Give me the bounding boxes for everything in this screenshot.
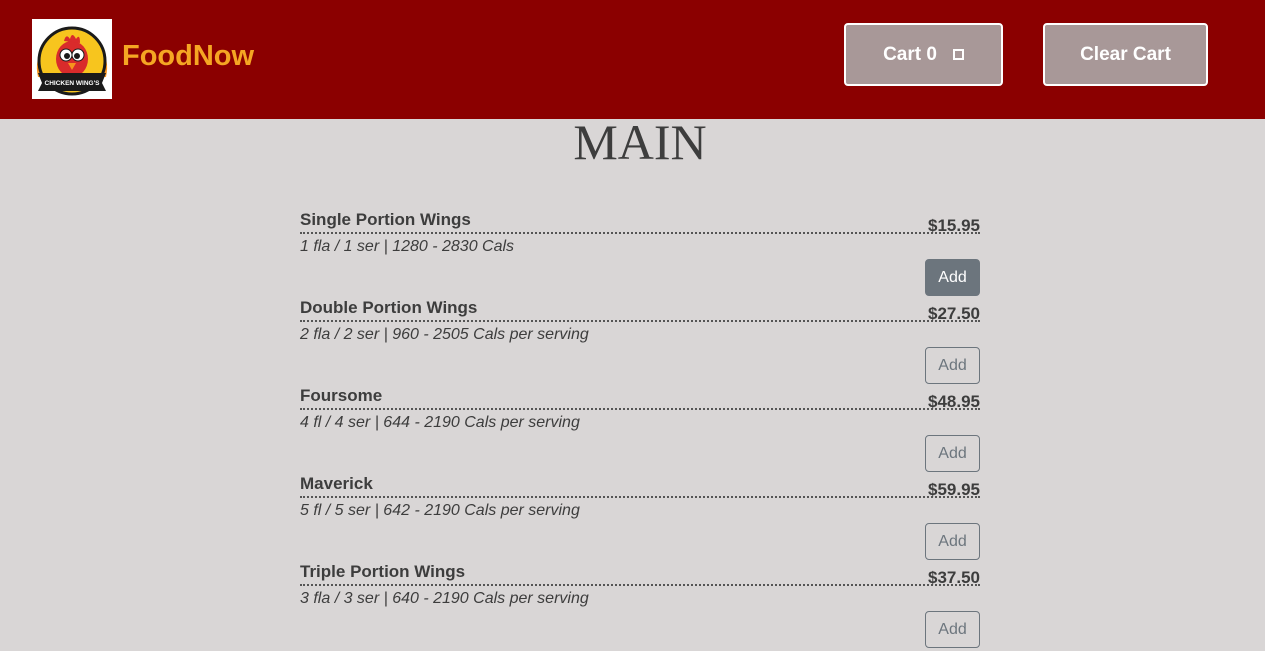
cart-icon <box>952 49 964 60</box>
menu-item-header: Foursome $48.95 <box>300 382 980 411</box>
menu-item: Double Portion Wings $27.50 2 fla / 2 se… <box>300 294 980 384</box>
cart-button[interactable]: Cart 0 <box>844 23 1003 86</box>
item-description: 5 fl / 5 ser | 642 - 2190 Cals per servi… <box>300 502 580 519</box>
clear-cart-button[interactable]: Clear Cart <box>1043 23 1208 86</box>
item-name: Single Portion Wings <box>300 210 471 229</box>
item-price: $37.50 <box>928 568 980 587</box>
item-description: 3 fla / 3 ser | 640 - 2190 Cals per serv… <box>300 590 589 607</box>
menu-item-header: Single Portion Wings $15.95 <box>300 206 980 235</box>
section-title: MAIN <box>573 114 707 170</box>
chicken-wings-logo[interactable]: CHICKEN WING'S <box>32 19 112 99</box>
item-price: $59.95 <box>928 480 980 499</box>
svg-text:CHICKEN WING'S: CHICKEN WING'S <box>45 80 101 87</box>
cart-label: Cart 0 <box>883 43 937 65</box>
menu-item-header: Maverick $59.95 <box>300 470 980 499</box>
menu-item-header: Double Portion Wings $27.50 <box>300 294 980 323</box>
item-description: 1 fla / 1 ser | 1280 - 2830 Cals <box>300 238 515 255</box>
menu-item-header: Triple Portion Wings $37.50 <box>300 558 980 587</box>
menu-item: Foursome $48.95 4 fl / 4 ser | 644 - 219… <box>300 382 980 472</box>
item-name: Foursome <box>300 386 383 405</box>
item-price: $15.95 <box>928 216 980 235</box>
brand-name[interactable]: FoodNow <box>122 38 254 74</box>
menu-item: Maverick $59.95 5 fl / 5 ser | 642 - 219… <box>300 470 980 560</box>
menu-item: Single Portion Wings $15.95 1 fla / 1 se… <box>300 206 980 296</box>
add-button[interactable]: Add <box>925 523 980 560</box>
item-price: $27.50 <box>928 304 980 323</box>
item-name: Triple Portion Wings <box>300 562 466 581</box>
navbar: CHICKEN WING'S FoodNow Cart 0 Clear Cart <box>0 0 1265 119</box>
item-description: 2 fla / 2 ser | 960 - 2505 Cals per serv… <box>300 326 589 343</box>
item-name: Double Portion Wings <box>300 298 478 317</box>
item-description: 4 fl / 4 ser | 644 - 2190 Cals per servi… <box>300 414 580 431</box>
add-button[interactable]: Add <box>925 611 980 648</box>
item-price: $48.95 <box>928 392 980 411</box>
menu-list: Single Portion Wings $15.95 1 fla / 1 se… <box>300 206 980 648</box>
add-button[interactable]: Add <box>925 435 980 472</box>
item-name: Maverick <box>300 474 373 493</box>
add-button[interactable]: Add <box>925 259 980 296</box>
menu-item: Triple Portion Wings $37.50 3 fla / 3 se… <box>300 558 980 648</box>
add-button[interactable]: Add <box>925 347 980 384</box>
